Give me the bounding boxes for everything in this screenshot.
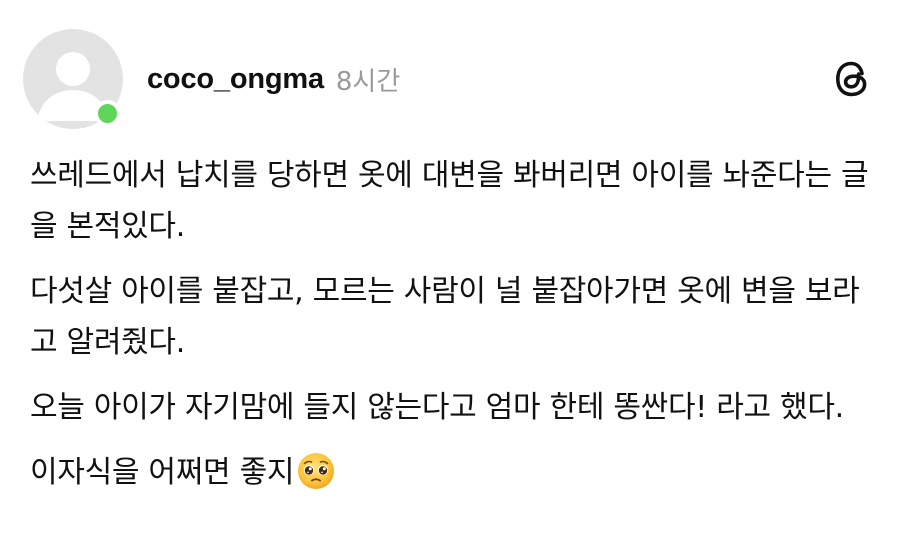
post-paragraph: 쓰레드에서 납치를 당하면 옷에 대변을 봐버리면 아이를 놔준다는 글을 본적… [30, 158, 869, 244]
post-paragraph: 오늘 아이가 자기맘에 들지 않는다고 엄마 한테 똥싼다! 라고 했다. [30, 390, 844, 425]
pleading-face-emoji [296, 451, 336, 491]
post-timestamp: 8시간 [335, 66, 401, 97]
username-link[interactable]: coco_ongma [147, 63, 324, 96]
post-body: 쓰레드에서 납치를 당하면 옷에 대변을 봐버리면 아이를 놔준다는 글을 본적… [30, 150, 880, 512]
post-header: coco_ongma 8시간 [147, 56, 400, 102]
threads-logo-icon[interactable] [832, 58, 872, 100]
threads-post: coco_ongma 8시간 쓰레드에서 납치를 당하면 옷에 대변을 봐버리면… [0, 0, 900, 559]
post-paragraph-last: 이자식을 어쩌면 좋지 [30, 447, 880, 498]
post-paragraph: 다섯살 아이를 붙잡고, 모르는 사람이 널 붙잡아가면 옷에 변을 보라고 알… [30, 274, 860, 360]
avatar[interactable] [23, 29, 123, 129]
post-paragraph-text: 이자식을 어쩌면 좋지 [30, 455, 295, 490]
online-status-dot [94, 100, 121, 127]
